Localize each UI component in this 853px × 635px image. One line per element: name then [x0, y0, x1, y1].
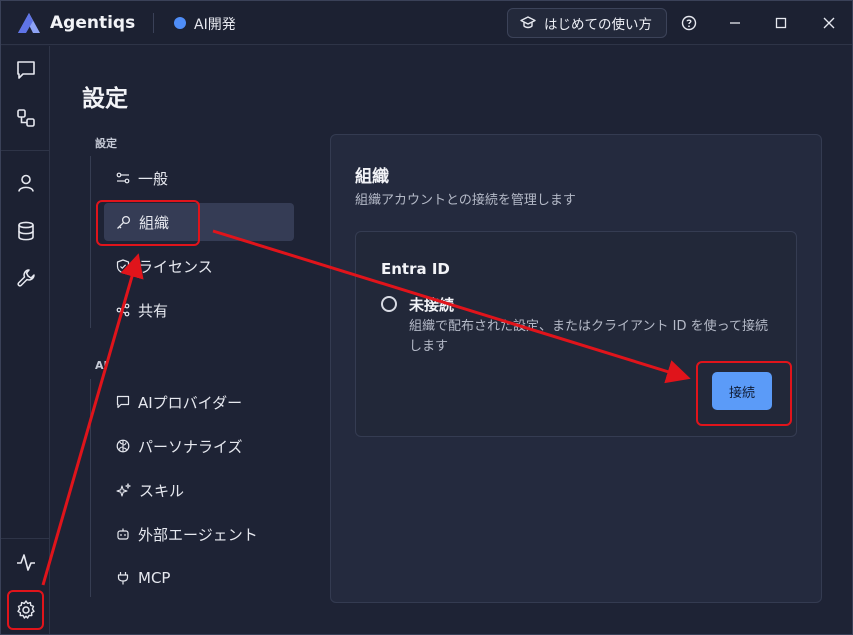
nav-item-external-agents[interactable]: 外部エージェント	[104, 515, 294, 553]
nav-item-mcp[interactable]: MCP	[104, 559, 294, 597]
connection-status-radio	[381, 296, 397, 312]
rail-divider	[1, 150, 49, 151]
shield-check-icon	[116, 258, 130, 274]
rail-tools-button[interactable]	[10, 262, 42, 294]
bot-icon	[117, 528, 129, 540]
database-icon	[18, 221, 34, 241]
nav-item-skills[interactable]: スキル	[104, 471, 294, 509]
title-divider	[153, 13, 154, 33]
brain-icon	[116, 439, 130, 453]
nav-item-label: AIプロバイダー	[138, 393, 243, 412]
minimize-button[interactable]	[724, 12, 746, 34]
chat-icon	[116, 395, 130, 409]
nav-item-label: MCP	[138, 569, 171, 587]
graduation-cap-icon	[520, 16, 536, 29]
close-button[interactable]	[818, 12, 840, 34]
workflow-icon	[17, 109, 35, 127]
nav-item-label: 共有	[138, 301, 169, 320]
title-bar: Agentiqs AI開発 はじめての使い方	[1, 1, 852, 45]
share-icon	[116, 303, 130, 317]
chat-icon	[17, 61, 35, 79]
connection-description: 組織で配布された設定、またはクライアント ID を使って接続します	[409, 319, 768, 354]
page-title: 設定	[82, 86, 128, 112]
connection-status: 未接続	[409, 296, 455, 314]
nav-section-settings: 設定	[95, 137, 117, 150]
activity-icon	[17, 554, 35, 571]
left-rail	[1, 46, 50, 634]
annotation-highlight-organization	[96, 200, 200, 246]
nav-guide-line	[90, 156, 91, 328]
nav-item-ai-provider[interactable]: AIプロバイダー	[104, 383, 294, 421]
nav-guide-line	[90, 379, 91, 597]
maximize-icon	[775, 17, 787, 29]
nav-item-label: 外部エージェント	[138, 525, 258, 544]
getting-started-button[interactable]: はじめての使い方	[507, 8, 667, 38]
close-icon	[823, 17, 835, 29]
rail-workflow-button[interactable]	[10, 102, 42, 134]
nav-item-label: スキル	[139, 481, 185, 500]
nav-item-label: パーソナライズ	[138, 437, 243, 456]
workspace-status-dot	[174, 17, 186, 29]
annotation-highlight-settings	[7, 590, 44, 630]
getting-started-label: はじめての使い方	[544, 17, 652, 33]
panel-title: 組織	[355, 167, 389, 187]
sparkles-icon	[116, 482, 131, 497]
app-window: Agentiqs AI開発 はじめての使い方 設定 設定 一般 組織 ライセンス…	[0, 0, 853, 635]
annotation-highlight-connect	[696, 361, 792, 426]
nav-item-personalize[interactable]: パーソナライズ	[104, 427, 294, 465]
app-title: Agentiqs	[50, 13, 136, 33]
plug-icon	[117, 572, 129, 585]
help-circle-icon	[681, 15, 697, 31]
rail-activity-button[interactable]	[10, 546, 42, 578]
rail-divider-bottom	[1, 538, 49, 539]
nav-item-share[interactable]: 共有	[104, 291, 294, 329]
app-logo-icon	[18, 13, 40, 33]
rail-database-button[interactable]	[10, 215, 42, 247]
panel-subtitle: 組織アカウントとの接続を管理します	[355, 193, 576, 208]
minimize-icon	[730, 22, 740, 24]
nav-item-license[interactable]: ライセンス	[104, 247, 294, 285]
nav-item-label: 一般	[138, 169, 169, 188]
nav-section-ai: AI	[95, 359, 108, 372]
sliders-icon	[116, 172, 130, 184]
rail-user-button[interactable]	[10, 167, 42, 199]
user-icon	[18, 174, 34, 192]
workspace-name[interactable]: AI開発	[194, 14, 236, 34]
help-button[interactable]	[678, 12, 700, 34]
rail-chat-button[interactable]	[10, 54, 42, 86]
maximize-button[interactable]	[770, 12, 792, 34]
nav-item-label: ライセンス	[138, 257, 213, 276]
wrench-icon	[17, 269, 35, 287]
nav-item-general[interactable]: 一般	[104, 159, 294, 197]
card-title: Entra ID	[381, 260, 450, 278]
